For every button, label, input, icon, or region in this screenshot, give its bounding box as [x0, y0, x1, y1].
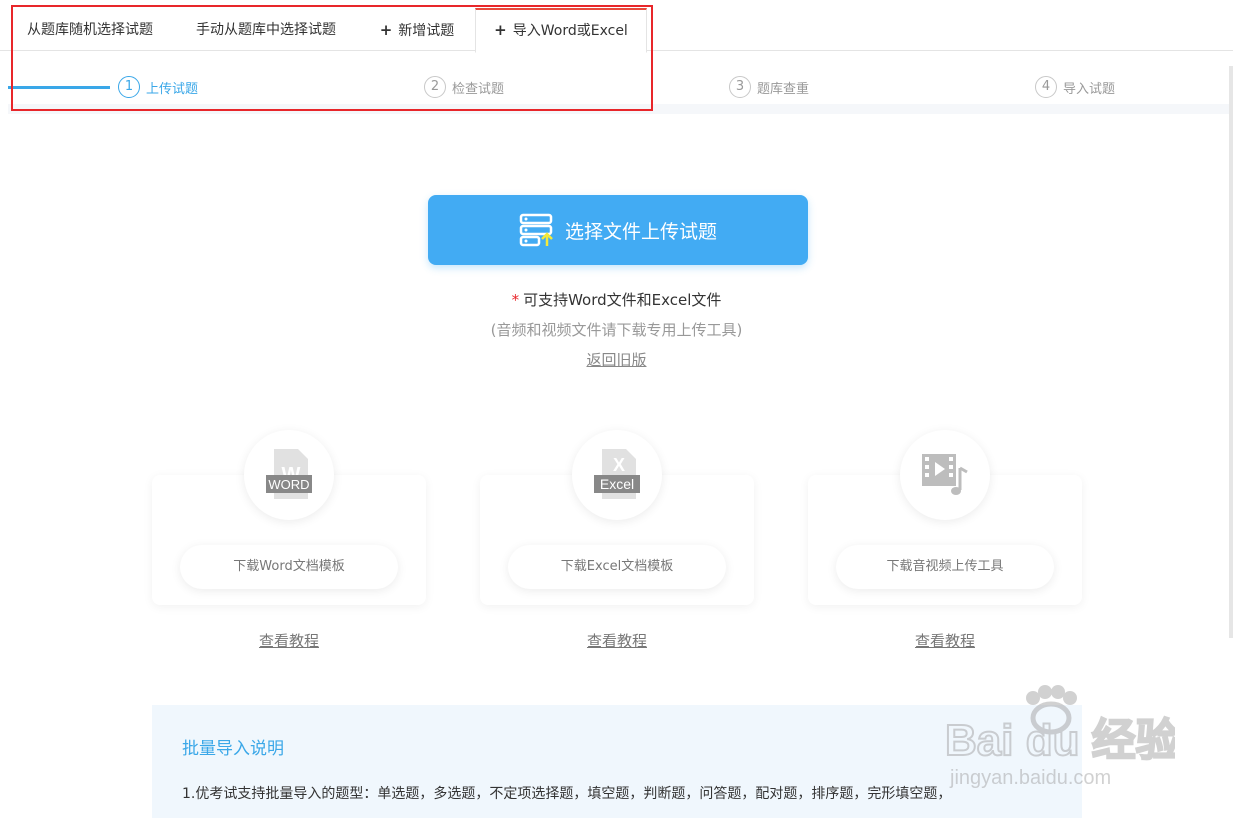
download-word-template-button[interactable]: 下载Word文档模板 [180, 545, 398, 589]
step-label: 检查试题 [452, 81, 505, 97]
download-av-tool-button[interactable]: 下载音视频上传工具 [836, 545, 1054, 589]
av-note: (音频和视频文件请下载专用上传工具) [490, 321, 743, 339]
watermark-brand: Bai du 经验 [945, 716, 1175, 765]
batch-import-info: 批量导入说明 1.优考试支持批量导入的题型：单选题，多选题，不定项选择题，填空题… [152, 705, 1082, 818]
server-upload-icon [519, 213, 553, 247]
tab-bar: 从题库随机选择试题 手动从题库中选择试题 + 新增试题 + 导入Word或Excel [0, 0, 1233, 53]
word-tutorial-link[interactable]: 查看教程 [152, 630, 426, 651]
word-file-icon: W WORD [244, 430, 334, 520]
back-old-version-row: 返回旧版 [0, 349, 1233, 370]
scrollbar[interactable] [1229, 66, 1233, 638]
back-old-version-link[interactable]: 返回旧版 [586, 351, 646, 369]
info-line: 1.优考试支持批量导入的题型：单选题，多选题，不定项选择题，填空题，判断题，问答… [182, 786, 952, 802]
upload-button-label: 选择文件上传试题 [564, 220, 717, 243]
step-dedupe: 3 题库查重 [729, 75, 809, 99]
tab-label: 从题库随机选择试题 [27, 22, 153, 38]
tab-label: 新增试题 [398, 23, 455, 39]
upload-file-button[interactable]: 选择文件上传试题 [428, 195, 808, 265]
step-check: 2 检查试题 [424, 75, 504, 99]
plus-icon: + [494, 21, 507, 39]
plus-icon: + [379, 21, 393, 39]
download-excel-template-button[interactable]: 下载Excel文档模板 [508, 545, 726, 589]
video-music-icon [900, 430, 990, 520]
tab-label: 导入Word或Excel [512, 23, 628, 39]
support-note: * 可支持Word文件和Excel文件 [0, 289, 1233, 310]
av-tutorial-link[interactable]: 查看教程 [808, 630, 1082, 651]
step-number: 2 [424, 76, 446, 98]
step-import: 4 导入试题 [1035, 75, 1115, 99]
step-label: 导入试题 [1063, 81, 1116, 97]
tab-new-question[interactable]: + 新增试题 [362, 10, 472, 50]
word-icon-text: WORD [268, 477, 309, 492]
step-progress: 1 上传试题 2 检查试题 3 题库查重 4 导入试题 [8, 66, 1230, 114]
excel-tutorial-link[interactable]: 查看教程 [480, 630, 754, 651]
step-label: 上传试题 [146, 81, 199, 97]
step-label: 题库查重 [757, 81, 810, 97]
step-upload: 1 上传试题 [118, 75, 198, 99]
excel-file-icon: X Excel [572, 430, 662, 520]
tab-label: 手动从题库中选择试题 [196, 22, 336, 38]
tab-manual-select[interactable]: 手动从题库中选择试题 [175, 10, 357, 50]
svg-text:X: X [613, 455, 625, 475]
support-text: 可支持Word文件和Excel文件 [523, 291, 722, 309]
step-number: 3 [729, 76, 751, 98]
excel-icon-text: Excel [600, 476, 634, 492]
tab-import-word-excel[interactable]: + 导入Word或Excel [475, 8, 647, 53]
steps-background [8, 104, 1230, 114]
required-star: * [511, 291, 520, 309]
step-number: 4 [1035, 76, 1057, 98]
watermark-url: jingyan.baidu.com [949, 767, 1111, 789]
step-progress-line [8, 86, 110, 89]
tab-random-select[interactable]: 从题库随机选择试题 [10, 10, 170, 50]
step-number: 1 [118, 76, 140, 98]
baidu-jingyan-watermark: Bai du 经验 jingyan.baidu.com [945, 685, 1175, 789]
info-title: 批量导入说明 [182, 739, 284, 759]
